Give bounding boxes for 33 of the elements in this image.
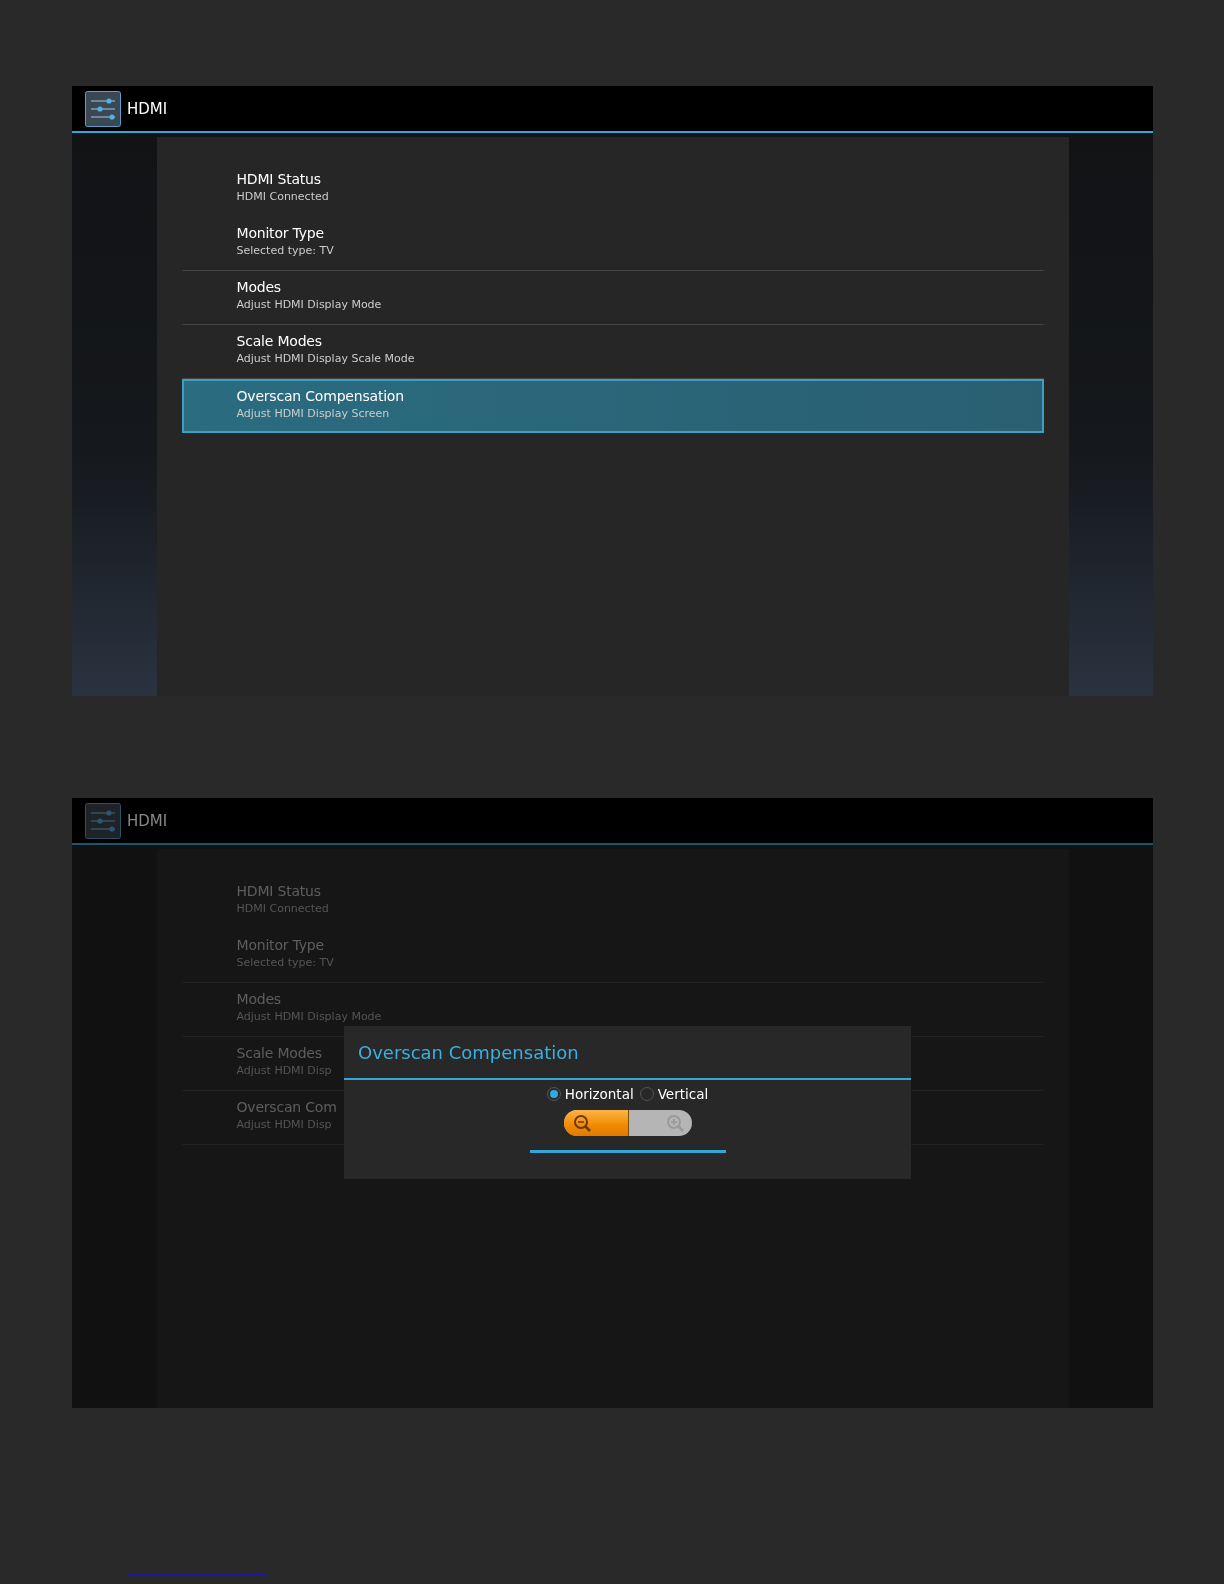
item-subtitle: Selected type: TV <box>236 244 334 257</box>
item-title: Overscan Com <box>236 1099 337 1115</box>
settings-item[interactable]: Monitor Type Selected type: TV <box>181 217 1044 271</box>
item-subtitle: Adjust HDMI Display Mode <box>236 1010 382 1023</box>
radio-option[interactable]: Vertical <box>639 1086 709 1102</box>
item-title: HDMI Status <box>236 883 321 899</box>
radio-option[interactable]: Horizontal <box>546 1086 634 1102</box>
settings-item[interactable]: Overscan Compensation Adjust HDMI Display Screen <box>181 379 1044 433</box>
item-title: HDMI Status <box>236 171 321 187</box>
item-subtitle: Selected type: TV <box>236 956 334 969</box>
settings-item[interactable]: HDMI Status HDMI Connected <box>181 163 1044 217</box>
item-title: Modes <box>236 279 281 295</box>
dialog-title: Overscan Compensation <box>344 1026 911 1080</box>
zoom-out-icon[interactable] <box>571 1114 591 1133</box>
item-subtitle: Adjust HDMI Disp <box>236 1064 332 1077</box>
item-subtitle: Adjust HDMI Display Screen <box>236 407 390 420</box>
window-title: HDMI <box>127 811 168 830</box>
item-title: Overscan Compensation <box>236 388 404 404</box>
settings-sliders-icon <box>85 90 121 127</box>
item-title: Monitor Type <box>236 225 324 241</box>
zoom-slider[interactable] <box>563 1110 692 1136</box>
item-title: Scale Modes <box>236 1045 322 1061</box>
item-title: Monitor Type <box>236 937 324 953</box>
settings-sliders-icon <box>85 802 121 839</box>
item-subtitle: Adjust HDMI Disp <box>236 1118 332 1131</box>
item-subtitle: Adjust HDMI Display Scale Mode <box>236 352 415 365</box>
window-title: HDMI <box>127 99 168 118</box>
item-subtitle: HDMI Connected <box>236 902 329 915</box>
item-title: Scale Modes <box>236 333 322 349</box>
item-subtitle: Adjust HDMI Display Mode <box>236 298 382 311</box>
settings-item[interactable]: Modes Adjust HDMI Display Mode <box>181 271 1044 325</box>
item-subtitle: HDMI Connected <box>236 190 329 203</box>
item-title: Modes <box>236 991 281 1007</box>
